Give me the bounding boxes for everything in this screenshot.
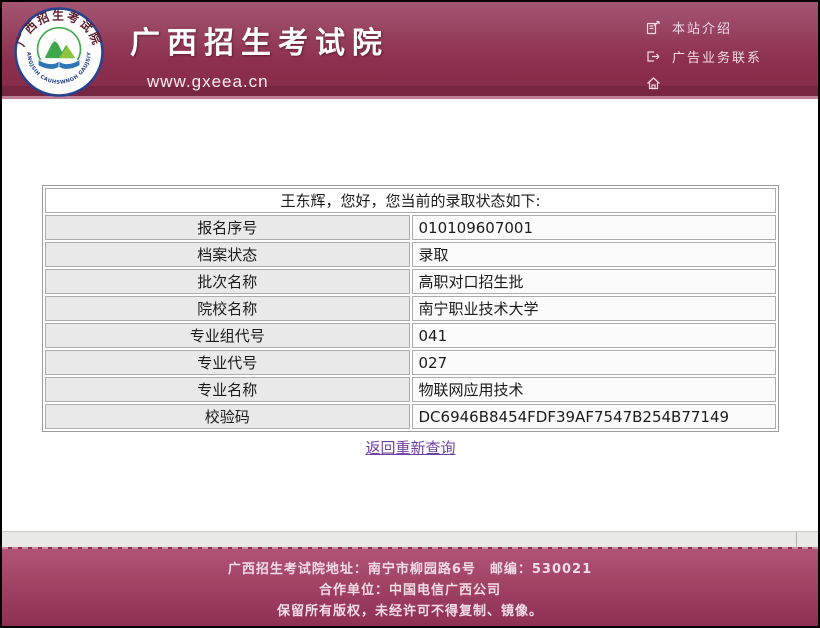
row-label: 报名序号 <box>45 215 410 240</box>
row-label: 专业名称 <box>45 377 410 402</box>
table-row: 专业名称 物联网应用技术 <box>45 377 776 402</box>
back-link-row: 返回重新查询 <box>42 437 779 458</box>
row-label: 档案状态 <box>45 242 410 267</box>
table-row: 档案状态 录取 <box>45 242 776 267</box>
footer-copyright-line: 保留所有版权，未经许可不得复制、镜像。 <box>2 601 818 622</box>
nav-item-label: 本站介绍 <box>672 18 732 37</box>
back-to-query-link[interactable]: 返回重新查询 <box>365 439 455 457</box>
header-nav: 本站介绍 广告业务联系 <box>646 18 762 101</box>
row-label: 专业组代号 <box>45 323 410 348</box>
row-label: 院校名称 <box>45 296 410 321</box>
main-content: 王东辉，您好，您当前的录取状态如下: 报名序号 010109607001 档案状… <box>2 99 818 531</box>
table-row: 专业组代号 041 <box>45 323 776 348</box>
table-row: 院校名称 南宁职业技术大学 <box>45 296 776 321</box>
table-header-row: 王东辉，您好，您当前的录取状态如下: <box>45 188 776 213</box>
admission-status-table: 王东辉，您好，您当前的录取状态如下: 报名序号 010109607001 档案状… <box>42 185 779 432</box>
horizontal-scrollbar-track[interactable] <box>2 531 818 547</box>
site-logo-badge: 广西招生考试院 GVANGJSIH CAUHSWNGH GAUJSIYEN <box>14 7 104 97</box>
nav-item-ad-contact[interactable]: 广告业务联系 <box>646 47 762 66</box>
site-logo: 广西招生考试院 GVANGJSIH CAUHSWNGH GAUJSIYEN <box>14 7 104 97</box>
row-value: 物联网应用技术 <box>412 377 777 402</box>
row-label: 批次名称 <box>45 269 410 294</box>
site-title-block: 广西招生考试院 www.gxeea.cn <box>130 18 389 92</box>
footer-partner-line: 合作单位：中国电信广西公司 <box>2 580 818 601</box>
row-label: 专业代号 <box>45 350 410 375</box>
contact-exit-icon <box>646 49 661 64</box>
nav-item-site-intro[interactable]: 本站介绍 <box>646 18 762 37</box>
table-row: 批次名称 高职对口招生批 <box>45 269 776 294</box>
site-footer: 广西招生考试院地址：南宁市柳园路6号 邮编：530021 合作单位：中国电信广西… <box>2 547 818 626</box>
site-header: 广西招生考试院 GVANGJSIH CAUHSWNGH GAUJSIYEN 广西… <box>2 2 818 86</box>
footer-address-line: 广西招生考试院地址：南宁市柳园路6号 邮编：530021 <box>2 559 818 580</box>
table-row: 专业代号 027 <box>45 350 776 375</box>
row-value: 010109607001 <box>412 215 777 240</box>
site-url: www.gxeea.cn <box>147 72 389 92</box>
row-label: 校验码 <box>45 404 410 429</box>
greeting-text: 王东辉，您好，您当前的录取状态如下: <box>45 188 776 213</box>
page: 广西招生考试院 GVANGJSIH CAUHSWNGH GAUJSIYEN 广西… <box>0 0 820 628</box>
row-value: 高职对口招生批 <box>412 269 777 294</box>
row-value: 041 <box>412 323 777 348</box>
table-row: 校验码 DC6946B8454FDF39AF7547B254B77149 <box>45 404 776 429</box>
row-value: 录取 <box>412 242 777 267</box>
nav-item-home[interactable] <box>646 76 762 91</box>
row-value: 027 <box>412 350 777 375</box>
home-icon <box>646 76 661 91</box>
row-value: 南宁职业技术大学 <box>412 296 777 321</box>
page-intro-icon <box>646 20 661 35</box>
scrollbar-corner-divider <box>796 532 797 547</box>
row-value: DC6946B8454FDF39AF7547B254B77149 <box>412 404 777 429</box>
nav-item-label: 广告业务联系 <box>672 47 762 66</box>
table-row: 报名序号 010109607001 <box>45 215 776 240</box>
site-title: 广西招生考试院 <box>130 18 389 62</box>
